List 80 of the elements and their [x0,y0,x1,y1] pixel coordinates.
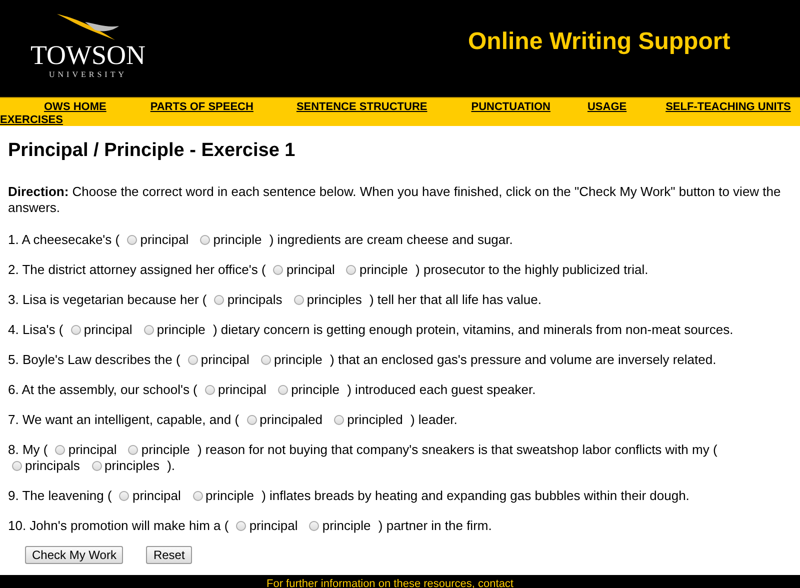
radio-button[interactable] [334,415,344,425]
site-title: Online Writing Support [468,28,730,56]
option-label[interactable]: principal [140,232,189,247]
question-text: 6. At the assembly, our school's ( [8,382,198,397]
question-text: 7. We want an intelligent, capable, and ( [8,412,240,427]
question-text: ) introduced each guest speaker. [347,382,536,397]
logo-subtitle: UNIVERSITY [49,70,127,79]
option-label[interactable]: principle [206,488,254,503]
option-label[interactable]: principals [227,292,282,307]
question-text: 10. John's promotion will make him a ( [8,518,229,533]
option-label[interactable]: principal [132,488,181,503]
nav-link[interactable]: EXERCISES [0,114,63,127]
direction-text: Direction: Choose the correct word in each sentence below. When you have finished, click on the "Check My Work" button to view the answers. [8,184,782,216]
radio-button[interactable] [200,235,210,245]
question-text: 8. My ( [8,442,48,457]
question-text: 9. The leavening ( [8,488,112,503]
option-label[interactable]: principle [141,442,190,457]
option-label[interactable]: principles [306,292,362,307]
form-button[interactable]: Reset [146,546,192,564]
option-label[interactable]: principled [347,412,403,427]
option-label[interactable]: principal [84,322,132,337]
radio-button[interactable] [128,445,138,455]
question-text: 3. Lisa is vegetarian because her ( [8,292,207,307]
option-label[interactable]: principals [25,458,80,473]
option-label[interactable]: principal [218,382,266,397]
form-button[interactable]: Check My Work [25,546,124,564]
nav-link[interactable]: OWS HOME [44,101,106,114]
nav-link[interactable]: SELF-TEACHING UNITS [666,101,791,114]
radio-button[interactable] [12,461,22,471]
radio-button[interactable] [278,385,288,395]
option-label[interactable]: principle [359,262,408,277]
question-text: ) reason for not buying that company's sneakers is that sweatshop labor conflicts with my ( [197,442,718,457]
radio-button[interactable] [55,445,66,455]
radio-button[interactable] [205,385,216,395]
logo-wordmark: TOWSON [30,42,146,69]
nav-link[interactable]: SENTENCE STRUCTURE [296,101,428,114]
question-text: ). [167,458,176,473]
radio-button[interactable] [214,295,224,305]
question-text: ) ingredients are cream cheese and sugar. [269,232,513,247]
question-text: 4. Lisa's ( [8,322,64,337]
option-label[interactable]: principaled [260,412,323,427]
option-label[interactable]: principles [104,458,160,473]
radio-button[interactable] [192,491,203,501]
option-label[interactable]: principle [274,352,322,367]
radio-button[interactable] [70,325,81,335]
question-text: ) tell her that all life has value. [369,292,542,307]
option-label[interactable]: principal [249,518,298,533]
radio-button[interactable] [309,521,320,531]
question-text: ) leader. [410,412,458,427]
radio-button[interactable] [119,491,130,501]
option-label[interactable]: principal [68,442,117,457]
question-text: 1. A cheesecake's ( [8,232,120,247]
swoosh-logo-icon [55,12,121,42]
option-label[interactable]: principal [200,352,250,367]
question-text: ) inflates breads by heating and expanding gas bubbles within their dough. [262,488,690,503]
radio-button[interactable] [236,521,246,531]
question-text: ) dietary concern is getting enough protein, vitamins, and minerals from non-meat sources. [212,322,734,337]
option-label[interactable]: principle [156,322,206,337]
question-text: ) that an enclosed gas's pressure and volume are inversely related. [330,352,716,367]
option-label[interactable]: principle [322,518,371,533]
option-label[interactable]: principal [286,262,335,277]
option-label[interactable]: principle [213,232,262,247]
radio-button[interactable] [188,355,198,365]
option-label[interactable]: principle [291,382,340,397]
nav-link[interactable]: USAGE [587,101,627,114]
question-text: 5. Boyle's Law describes the ( [8,352,180,367]
radio-button[interactable] [260,355,271,365]
question-text: ) partner in the firm. [378,518,492,533]
radio-button[interactable] [294,295,304,305]
nav-link[interactable]: PUNCTUATION [471,101,550,114]
nav-link[interactable]: PARTS OF SPEECH [150,101,254,114]
radio-button[interactable] [92,461,102,471]
radio-button[interactable] [144,325,154,335]
radio-button[interactable] [346,265,356,275]
question-text: 2. The district attorney assigned her office's ( [8,262,266,277]
radio-button[interactable] [273,265,284,275]
page-title: Principal / Principle - Exercise 1 [8,140,296,162]
radio-button[interactable] [246,415,257,425]
question-text: ) prosecutor to the highly publicized trial. [416,262,648,277]
radio-button[interactable] [127,235,138,245]
